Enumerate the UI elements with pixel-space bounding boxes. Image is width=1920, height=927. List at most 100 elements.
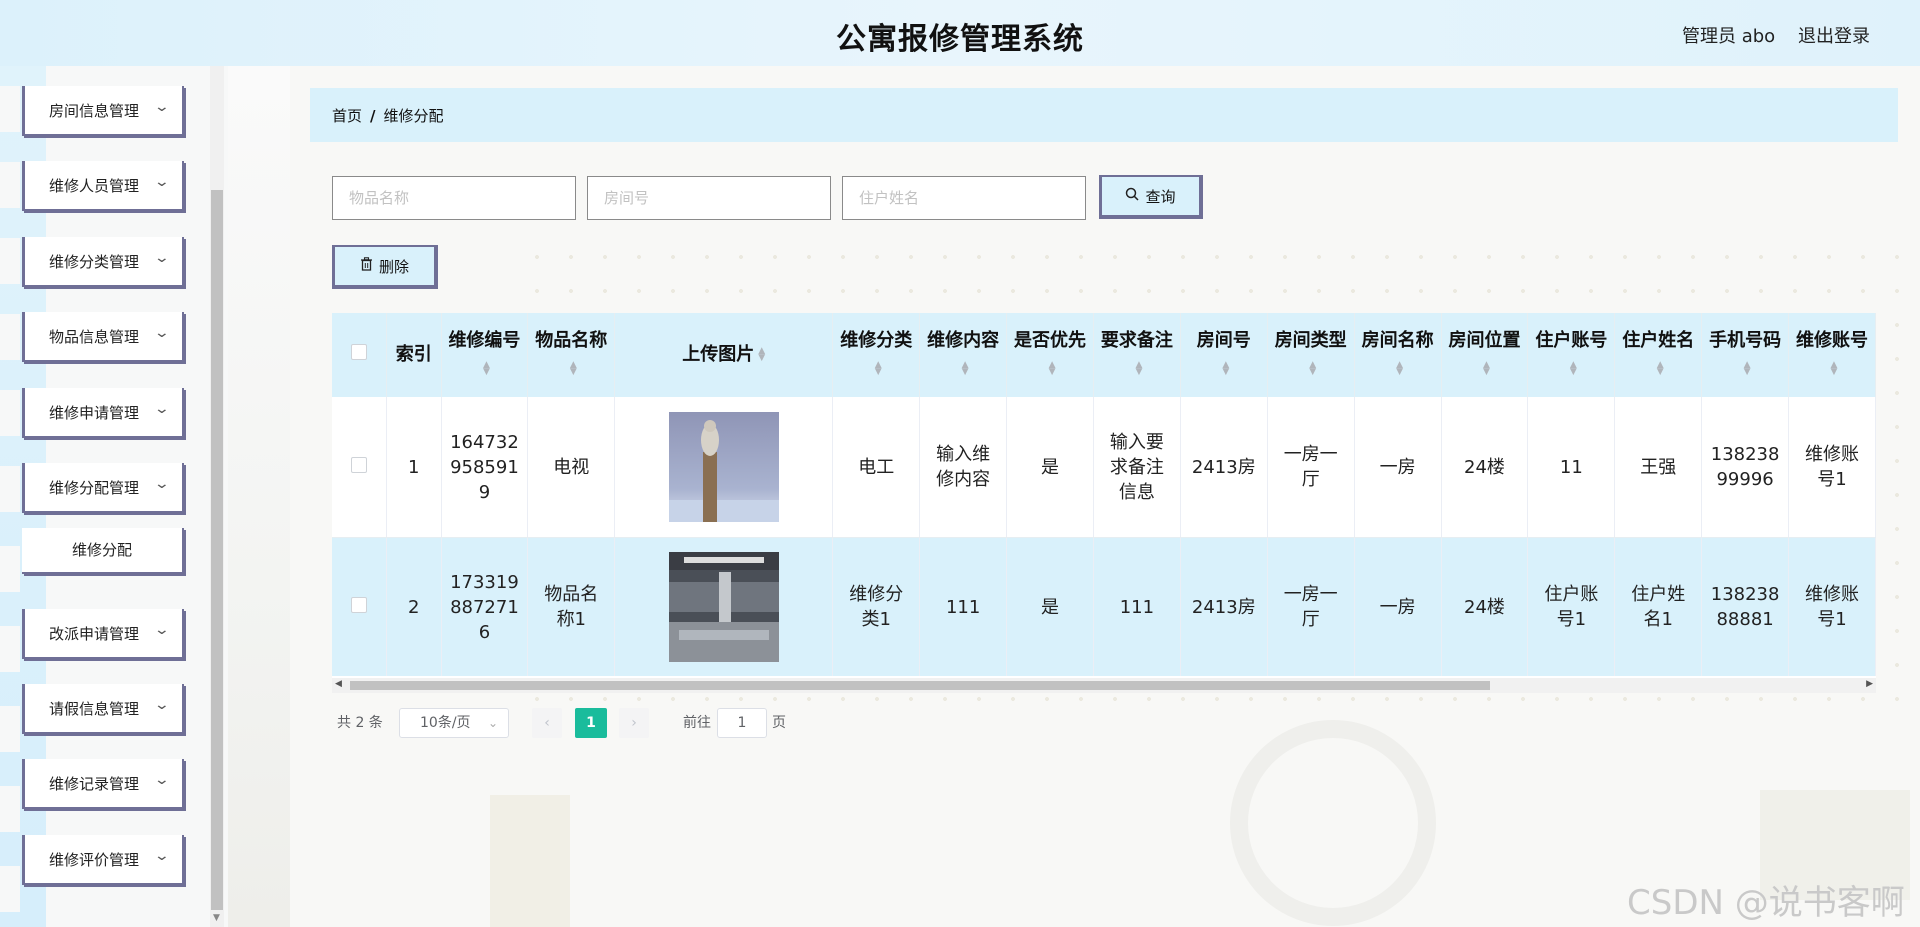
column-header[interactable]: 房间位置 ▲ ▼ — [1441, 313, 1529, 397]
chevron-down-icon: ⌄ — [153, 401, 171, 417]
column-header[interactable]: 房间号 ▲ ▼ — [1180, 313, 1268, 397]
column-header[interactable]: 维修分类 ▲ ▼ — [832, 313, 921, 397]
scrollbar-thumb[interactable] — [211, 190, 223, 910]
breadcrumb-home[interactable]: 首页 — [332, 107, 362, 125]
breadcrumb-current: 维修分配 — [383, 107, 444, 125]
sidebar-item-repair-staff[interactable]: 维修人员管理 ⌄ — [22, 161, 184, 211]
sidebar-item-label: 维修申请管理 — [49, 404, 140, 422]
query-button[interactable]: 查询 — [1099, 175, 1203, 219]
breadcrumb: 首页 / 维修分配 — [310, 88, 1898, 142]
scrollbar-thumb[interactable] — [350, 681, 1490, 690]
column-header[interactable]: 是否优先 ▲ ▼ — [1006, 313, 1094, 397]
uploaded-image-thumbnail[interactable] — [668, 552, 779, 662]
sidebar-item-label: 请假信息管理 — [49, 700, 140, 718]
uploaded-image-thumbnail[interactable] — [668, 412, 779, 522]
sort-icon[interactable]: ▲ ▼ — [1570, 361, 1577, 377]
column-header[interactable]: 手机号码 ▲ ▼ — [1701, 313, 1790, 397]
column-label: 要求备注 — [1100, 330, 1173, 351]
table-row[interactable]: 2 1733198872716 物品名称1 维修分类1 111 是 111 24… — [332, 537, 1876, 676]
page-size-select[interactable]: 10条/页 ⌄ — [399, 708, 509, 738]
goto-page-input[interactable]: 1 — [717, 708, 767, 738]
sort-icon[interactable]: ▲ ▼ — [1657, 361, 1664, 377]
column-header[interactable]: 住户姓名 ▲ ▼ — [1614, 313, 1703, 397]
decorative-block — [490, 795, 570, 927]
table-header-row: 索引 维修编号▲ ▼ 物品名称▲ ▼ 上传图片 ▲ ▼ 维修分类▲ ▼ 维修内容▲ ▼ 是否… — [332, 313, 1876, 397]
column-header[interactable]: 要求备注 ▲ ▼ — [1093, 313, 1181, 397]
current-page-button[interactable]: 1 — [575, 708, 607, 738]
item-name-search-input[interactable] — [332, 176, 576, 220]
row-checkbox-cell[interactable] — [332, 537, 388, 676]
column-header: 索引 — [386, 313, 442, 397]
logout-link[interactable]: 退出登录 — [1798, 22, 1870, 48]
sidebar-item-room-info[interactable]: 房间信息管理 ⌄ — [22, 86, 184, 136]
column-header[interactable]: 维修编号 ▲ ▼ — [441, 313, 529, 397]
row-checkbox-cell[interactable] — [332, 397, 388, 538]
table-cell: 一房 — [1354, 537, 1442, 676]
table-cell: 24楼 — [1441, 397, 1529, 538]
sort-icon[interactable]: ▲ ▼ — [570, 361, 577, 377]
select-all-checkbox-cell[interactable] — [332, 313, 388, 397]
column-header[interactable]: 维修账号 ▲ ▼ — [1788, 313, 1876, 397]
table-cell: 1647329585919 — [441, 397, 529, 538]
table-horizontal-scrollbar[interactable]: ◀ ▶ — [332, 678, 1876, 693]
chevron-down-icon: ⌄ — [153, 848, 171, 864]
sort-icon[interactable]: ▲ ▼ — [758, 347, 765, 363]
sort-icon[interactable]: ▲ ▼ — [1396, 361, 1403, 377]
sidebar-item-leave-info[interactable]: 请假信息管理 ⌄ — [22, 684, 184, 734]
column-header[interactable]: 住户账号 ▲ ▼ — [1527, 313, 1616, 397]
sidebar-item-repair-category[interactable]: 维修分类管理 ⌄ — [22, 237, 184, 287]
sidebar-subitem-repair-assign[interactable]: 维修分配 — [22, 528, 184, 574]
sort-icon[interactable]: ▲ ▼ — [1483, 361, 1490, 377]
column-header[interactable]: 房间名称 ▲ ▼ — [1354, 313, 1442, 397]
scroll-left-icon[interactable]: ◀ — [335, 679, 342, 689]
chevron-down-icon: ⌄ — [153, 622, 171, 638]
column-header[interactable]: 维修内容 ▲ ▼ — [919, 313, 1008, 397]
next-page-button[interactable]: › — [619, 708, 649, 738]
decorative-ring — [1230, 720, 1436, 926]
chevron-down-icon: ⌄ — [153, 772, 171, 788]
sidebar-item-item-info[interactable]: 物品信息管理 ⌄ — [22, 312, 184, 362]
sidebar-item-label: 维修人员管理 — [49, 177, 140, 195]
resident-name-search-input[interactable] — [842, 176, 1086, 220]
column-header[interactable]: 物品名称 ▲ ▼ — [527, 313, 616, 397]
row-checkbox[interactable] — [351, 456, 368, 473]
chevron-down-icon: ⌄ — [153, 174, 171, 190]
goto-label: 前往 — [683, 715, 711, 731]
sidebar-item-repair-record[interactable]: 维修记录管理 ⌄ — [22, 759, 184, 809]
table-cell: 2 — [386, 537, 442, 676]
table-cell: 2413房 — [1180, 537, 1268, 676]
sidebar-item-repair-review[interactable]: 维修评价管理 ⌄ — [22, 835, 184, 885]
select-all-checkbox[interactable] — [351, 344, 368, 360]
sidebar-scrollbar[interactable]: ▼ — [210, 66, 224, 927]
column-header[interactable]: 上传图片 ▲ ▼ — [614, 313, 834, 397]
row-checkbox[interactable] — [351, 596, 368, 613]
column-label: 房间位置 — [1448, 330, 1521, 351]
column-label: 是否优先 — [1014, 330, 1087, 351]
delete-button[interactable]: 删除 — [332, 245, 438, 289]
column-header[interactable]: 房间类型 ▲ ▼ — [1267, 313, 1355, 397]
table-row[interactable]: 1 1647329585919 电视 电工 输入维修内容 是 输入要求备注信息 … — [332, 397, 1876, 538]
table-cell: 电工 — [832, 397, 921, 538]
sort-icon[interactable]: ▲ ▼ — [875, 361, 882, 377]
table-cell: 一房一厅 — [1267, 537, 1355, 676]
pagination-total: 共 2 条 — [337, 715, 383, 731]
sidebar-item-reassign-request[interactable]: 改派申请管理 ⌄ — [22, 609, 184, 659]
sort-icon[interactable]: ▲ ▼ — [1222, 361, 1229, 377]
sort-icon[interactable]: ▲ ▼ — [1744, 361, 1751, 377]
sort-icon[interactable]: ▲ ▼ — [483, 361, 490, 377]
sort-icon[interactable]: ▲ ▼ — [1049, 361, 1056, 377]
sort-icon[interactable]: ▲ ▼ — [1135, 361, 1142, 377]
prev-page-button[interactable]: ‹ — [532, 708, 562, 738]
sidebar-item-repair-request[interactable]: 维修申请管理 ⌄ — [22, 388, 184, 438]
sort-icon[interactable]: ▲ ▼ — [1309, 361, 1316, 377]
sidebar-item-label: 维修记录管理 — [49, 775, 140, 793]
sort-icon[interactable]: ▲ ▼ — [1831, 361, 1838, 377]
scroll-down-icon[interactable]: ▼ — [213, 913, 220, 923]
scroll-right-icon[interactable]: ▶ — [1866, 679, 1873, 689]
sidebar-item-label: 物品信息管理 — [49, 328, 140, 346]
column-label: 上传图片 — [682, 344, 755, 365]
room-no-search-input[interactable] — [587, 176, 831, 220]
sort-icon[interactable]: ▲ ▼ — [962, 361, 969, 377]
table-cell: 是 — [1006, 397, 1094, 538]
sidebar-item-repair-assignment[interactable]: 维修分配管理 ⌄ — [22, 463, 184, 513]
